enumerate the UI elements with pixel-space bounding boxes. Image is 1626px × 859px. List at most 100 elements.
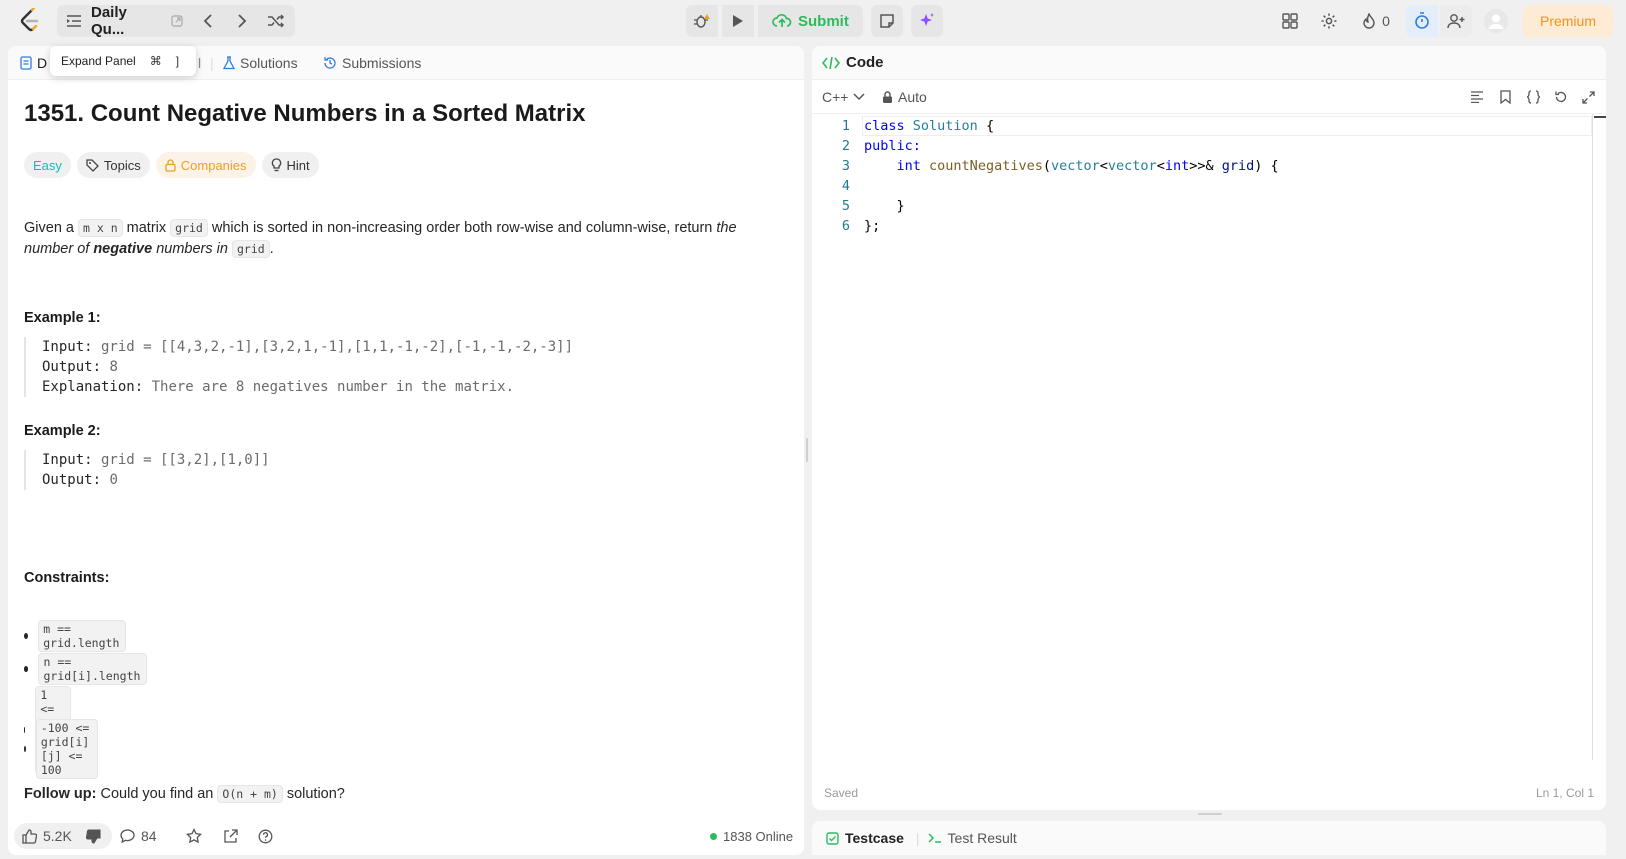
code-line: int countNegatives(vector<vector<int>>& … — [864, 158, 1279, 174]
gear-icon[interactable] — [1315, 5, 1343, 37]
tab-testcase[interactable]: Testcase — [826, 830, 904, 846]
like-count[interactable]: 5.2K — [43, 828, 72, 844]
example-2-title: Example 2: — [24, 423, 101, 439]
line-number: 4 — [841, 178, 850, 194]
vertical-resize-handle[interactable] — [806, 438, 808, 462]
inline-code: grid — [170, 219, 208, 237]
companies-tag[interactable]: Companies — [155, 152, 256, 178]
code-line: }; — [864, 218, 880, 234]
streak-counter[interactable]: 0 — [1356, 5, 1396, 37]
layout-grid-icon[interactable] — [1276, 5, 1304, 37]
tab-description[interactable]: D — [20, 46, 47, 80]
code-editor[interactable]: 1 2 3 4 5 6 class Solution { public: int… — [812, 116, 1606, 758]
problem-list-title[interactable]: Daily Qu... — [91, 4, 163, 38]
bookmark-icon[interactable] — [1500, 80, 1511, 114]
flask-icon — [223, 56, 235, 70]
code-token: } — [896, 198, 905, 214]
bullet — [24, 666, 29, 672]
terminal-icon — [928, 832, 942, 844]
online-dot — [710, 832, 717, 840]
example-explanation-value: There are 8 negatives number in the matr… — [143, 379, 515, 395]
run-button[interactable] — [722, 5, 754, 37]
tab-testcase-label: Testcase — [845, 830, 904, 846]
format-icon[interactable] — [1470, 80, 1484, 114]
example-1-title: Example 1: — [24, 310, 101, 326]
follow-up: Follow up: Could you find an O(n + m) so… — [24, 785, 345, 803]
premium-button[interactable]: Premium — [1523, 5, 1613, 37]
editor-scrollbar-track[interactable] — [1592, 114, 1593, 760]
problem-description: Given a m x n matrix grid which is sorte… — [24, 218, 784, 260]
code-token: public: — [864, 138, 921, 154]
constraints-title: Constraints: — [24, 570, 110, 586]
constraint-code: -100 <= grid[i][j] <= 100 — [35, 719, 99, 779]
ai-sparkle-icon[interactable] — [910, 5, 943, 37]
tab-editorial-label: l — [198, 55, 202, 71]
tab-submissions[interactable]: Submissions — [323, 46, 421, 80]
difficulty-badge: Easy — [24, 152, 71, 178]
help-icon[interactable] — [258, 823, 273, 849]
example-input-key: Input: — [42, 339, 93, 355]
problem-nav-group: Daily Qu... — [57, 4, 295, 38]
tab-solutions[interactable]: Solutions — [223, 46, 298, 80]
problem-list-icon[interactable] — [61, 5, 87, 37]
tab-test-result[interactable]: Test Result — [928, 830, 1017, 846]
code-panel-title: Code — [846, 54, 884, 71]
thumbs-down-icon[interactable] — [85, 828, 101, 844]
constraint-item: n == grid[i].length — [24, 653, 147, 685]
code-token: < — [1156, 158, 1165, 174]
follow-up-label: Follow up: — [24, 786, 97, 802]
desc-text: matrix — [122, 220, 171, 236]
code-line: } — [864, 198, 905, 214]
submit-button[interactable]: Submit — [758, 5, 863, 37]
leetcode-logo-icon[interactable] — [18, 8, 42, 34]
example-output-value: 8 — [101, 359, 118, 375]
cursor-position: Ln 1, Col 1 — [1535, 786, 1594, 800]
open-external-icon[interactable] — [167, 5, 187, 37]
curly-braces-icon[interactable] — [1526, 80, 1541, 114]
cloud-upload-icon — [772, 13, 792, 29]
tooltip-label: Expand Panel — [61, 54, 136, 68]
panel-resize-handle[interactable] — [1198, 813, 1222, 815]
topics-tag[interactable]: Topics — [76, 152, 150, 178]
auto-mode[interactable]: Auto — [882, 80, 927, 114]
tooltip-shortcut-cmd: ⌘ — [149, 54, 162, 68]
code-token: >>& — [1189, 158, 1222, 174]
online-status: 1838 Online — [710, 823, 793, 849]
code-token: int — [1164, 158, 1190, 174]
testcase-bar: Testcase | Test Result — [812, 821, 1606, 855]
share-icon[interactable] — [223, 823, 238, 849]
star-icon[interactable] — [186, 823, 202, 849]
notes-icon[interactable] — [870, 5, 903, 37]
fullscreen-icon[interactable] — [1582, 80, 1595, 114]
constraint-item: -100 <= grid[i][j] <= 100 — [24, 719, 99, 779]
debugger-icon[interactable] — [686, 5, 718, 37]
next-problem-button[interactable] — [227, 5, 257, 37]
document-icon — [20, 56, 32, 70]
tab-submissions-label: Submissions — [342, 55, 422, 71]
chevron-down-icon — [853, 93, 865, 101]
avatar[interactable] — [1482, 5, 1510, 37]
example-output-value: 0 — [101, 472, 118, 488]
hint-label: Hint — [286, 157, 310, 173]
hint-tag[interactable]: Hint — [261, 152, 319, 178]
tab-editorial[interactable]: l — [198, 46, 201, 80]
tab-solutions-label: Solutions — [240, 55, 298, 71]
tooltip-shortcut-key: ] — [175, 54, 180, 68]
code-token: ( — [1042, 158, 1051, 174]
shuffle-icon[interactable] — [261, 5, 291, 37]
timer-icon[interactable] — [1406, 5, 1438, 37]
language-select[interactable]: C++ — [822, 80, 865, 114]
top-bar: Daily Qu... Submit 0 Premium — [0, 0, 1626, 42]
add-friend-icon[interactable] — [1440, 5, 1472, 37]
line-number: 5 — [841, 198, 850, 214]
thumbs-up-icon[interactable] — [22, 828, 37, 844]
lightbulb-icon — [271, 158, 282, 172]
code-token: < — [1099, 158, 1108, 174]
comments-button[interactable]: 84 — [120, 823, 157, 849]
expand-panel-tooltip: Expand Panel ⌘ ] — [50, 46, 196, 76]
topics-label: Topics — [103, 157, 141, 173]
example-output-key: Output: — [42, 359, 102, 375]
reset-icon[interactable] — [1554, 80, 1568, 114]
constraint-item: m == grid.length — [24, 620, 127, 652]
prev-problem-button[interactable] — [193, 5, 223, 37]
